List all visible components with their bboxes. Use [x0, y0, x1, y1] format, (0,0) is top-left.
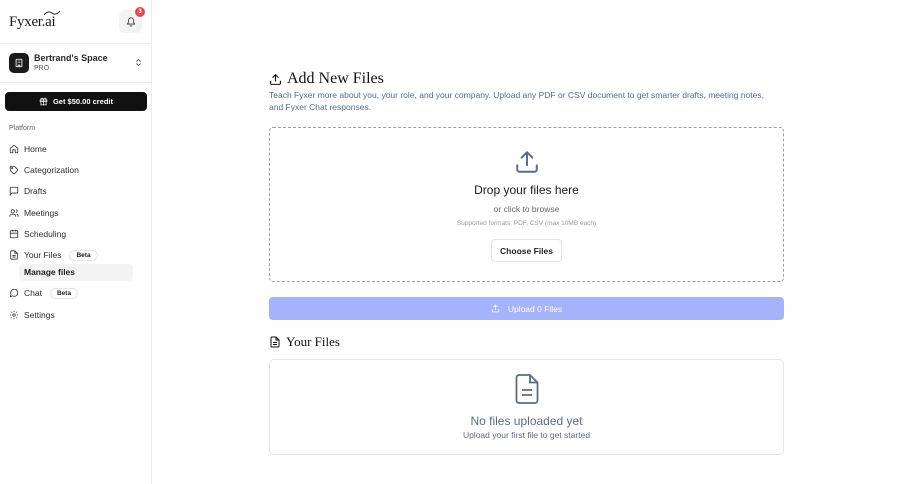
sidebar-item-label: Chat — [24, 288, 42, 299]
page-description: Teach Fyxer more about you, your role, a… — [269, 90, 764, 112]
sidebar-item-categorization[interactable]: Categorization — [5, 159, 147, 180]
dropzone-subtitle: or click to browse — [493, 204, 560, 214]
gear-icon — [9, 310, 19, 319]
sidebar-item-label: Home — [24, 143, 47, 154]
dropzone-title: Drop your files here — [474, 183, 579, 197]
upload-files-button[interactable]: Upload 0 Files — [269, 297, 784, 320]
message-square-icon — [9, 187, 19, 196]
sidebar-nav: Home Categorization Drafts Meetings Sche… — [5, 138, 147, 325]
home-icon — [9, 144, 19, 153]
sidebar-item-your-files[interactable]: Your Files Beta — [5, 244, 147, 265]
logo[interactable]: Fyxer.ai — [9, 10, 61, 32]
files-section-title: Your Files — [286, 334, 340, 349]
beta-badge: Beta — [49, 287, 79, 299]
sidebar-item-chat[interactable]: Chat Beta — [5, 283, 147, 304]
gift-icon — [39, 97, 48, 106]
get-credit-button[interactable]: Get $50.00 credit — [5, 92, 147, 111]
upload-files-label: Upload 0 Files — [507, 303, 563, 314]
file-icon — [10, 250, 18, 260]
sidebar-item-label: Drafts — [24, 186, 47, 197]
main-content: Add New Files Teach Fyxer more about you… — [153, 0, 900, 484]
notifications-button[interactable]: 3 — [119, 7, 145, 33]
sidebar-item-label: Scheduling — [24, 228, 67, 239]
sidebar-subitem-manage-files[interactable]: Manage files — [19, 263, 133, 281]
files-section-header: Your Files — [269, 334, 340, 350]
chevrons-up-down-icon — [136, 58, 141, 67]
choose-files-button[interactable]: Choose Files — [491, 239, 562, 262]
sidebar: Fyxer.ai 3 Bertrand's Space PRO Get $50.… — [0, 0, 152, 484]
workspace-switcher[interactable]: Bertrand's Space PRO — [9, 52, 146, 74]
workspace-avatar — [9, 53, 29, 73]
sidebar-item-label: Meetings — [24, 207, 59, 218]
tag-icon — [9, 165, 19, 175]
file-text-icon — [270, 336, 280, 348]
sidebar-subitem-label: Manage files — [24, 267, 76, 278]
sidebar-item-settings[interactable]: Settings — [5, 304, 147, 325]
beta-badge: Beta — [69, 249, 98, 261]
file-dropzone[interactable]: Drop your files here or click to browse … — [269, 127, 784, 282]
bell-icon — [126, 16, 135, 27]
workspace-name: Bertrand's Space — [34, 53, 108, 63]
empty-state-title: No files uploaded yet — [470, 414, 583, 428]
upload-icon — [516, 151, 538, 173]
sidebar-item-drafts[interactable]: Drafts — [5, 181, 147, 202]
get-credit-label: Get $50.00 credit — [52, 97, 114, 106]
upload-icon — [491, 304, 500, 313]
empty-state-subtitle: Upload your first file to get started — [462, 430, 591, 440]
page-header: Add New Files — [269, 70, 384, 88]
sidebar-item-scheduling[interactable]: Scheduling — [5, 223, 147, 244]
chat-bubble-icon — [9, 289, 19, 298]
page-title: Add New Files — [287, 70, 384, 87]
users-icon — [9, 208, 19, 217]
sidebar-item-label: Your Files — [24, 250, 62, 261]
dropzone-formats: Supported formats: PDF, CSV (max 10MB ea… — [456, 220, 597, 227]
workspace-plan: PRO — [34, 65, 50, 72]
divider — [0, 43, 152, 44]
calendar-icon — [9, 229, 19, 238]
divider — [0, 82, 152, 83]
nav-section-label: Platform — [9, 125, 36, 132]
file-text-icon — [515, 374, 539, 404]
sidebar-item-home[interactable]: Home — [5, 138, 147, 159]
sidebar-item-meetings[interactable]: Meetings — [5, 202, 147, 223]
building-icon — [15, 58, 23, 68]
logo-mark-icon — [43, 10, 61, 16]
files-empty-state: No files uploaded yet Upload your first … — [269, 359, 784, 455]
sidebar-item-label: Categorization — [24, 164, 79, 175]
sidebar-item-label: Settings — [24, 309, 55, 320]
notification-count-badge: 3 — [135, 7, 145, 17]
upload-icon — [270, 73, 281, 85]
